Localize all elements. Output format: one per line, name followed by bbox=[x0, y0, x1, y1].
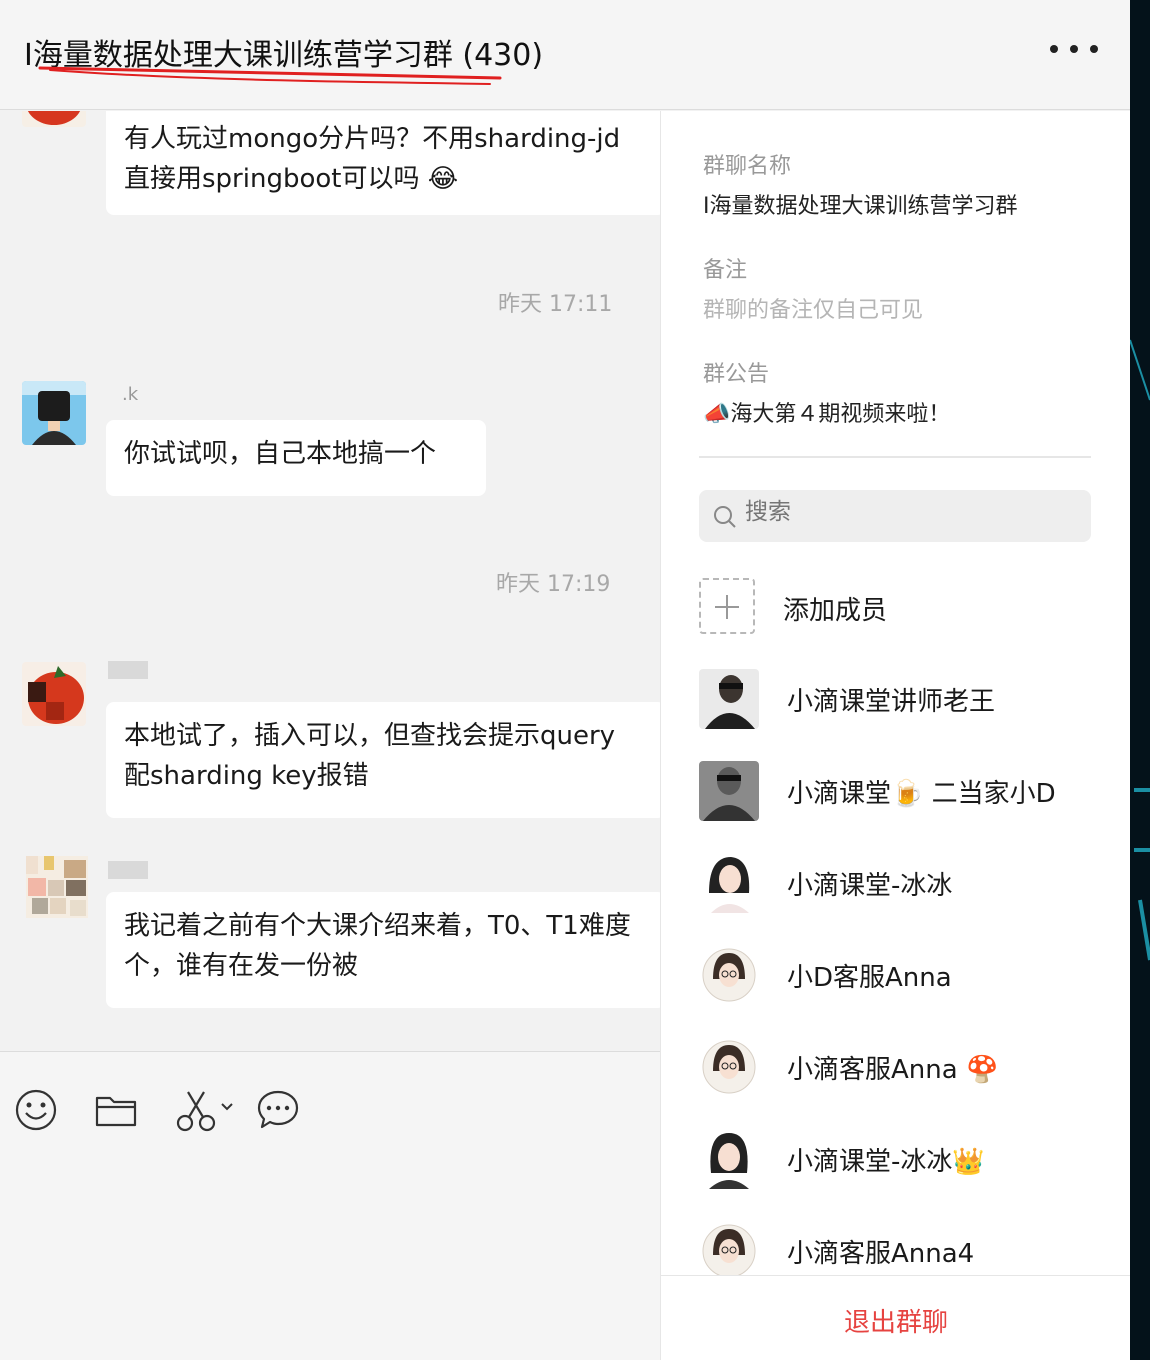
member-item[interactable]: 小滴客服Anna 🍄 bbox=[699, 1037, 1099, 1097]
member-item[interactable]: 小滴课堂讲师老王 bbox=[699, 669, 1099, 729]
group-name-label: 群聊名称 bbox=[703, 154, 792, 179]
plus-icon bbox=[699, 578, 755, 634]
divider bbox=[699, 456, 1091, 458]
screenshot-button[interactable] bbox=[176, 1088, 240, 1136]
announcement-label: 群公告 bbox=[703, 362, 770, 387]
add-member-label: 添加成员 bbox=[783, 596, 888, 626]
member-item[interactable]: 小滴客服Anna4 bbox=[699, 1221, 1099, 1281]
folder-icon bbox=[95, 1096, 137, 1127]
decorative-lines bbox=[1130, 339, 1150, 961]
chat-history-button[interactable] bbox=[256, 1088, 300, 1136]
announcement-text[interactable]: 📣海大第４期视频来啦！ bbox=[703, 396, 950, 428]
message-text: 配sharding key报错 bbox=[124, 761, 369, 791]
sender-name-redacted bbox=[108, 661, 148, 679]
group-name-value[interactable]: I海量数据处理大课训练营学习群 bbox=[703, 188, 1018, 220]
message-bubble[interactable]: 本地试了，插入可以，但查找会提示query 配sharding key报错 bbox=[106, 702, 660, 818]
message-bubble[interactable]: 有人玩过mongo分片吗？不用sharding-jd 直接用springboot… bbox=[106, 111, 660, 215]
leave-group-button[interactable]: 退出群聊 bbox=[661, 1302, 1130, 1339]
remark-label: 备注 bbox=[703, 258, 748, 283]
message-text: 个，谁有在发一份被 bbox=[124, 951, 359, 981]
message-bubble[interactable]: 我记着之前有个大课介绍来着，T0、T1难度 个，谁有在发一份被 bbox=[106, 892, 660, 1008]
search-input[interactable] bbox=[745, 499, 1065, 525]
avatar-image bbox=[22, 662, 86, 726]
more-dot bbox=[1070, 45, 1078, 53]
avatar-image bbox=[26, 856, 88, 918]
message-list[interactable]: 有人玩过mongo分片吗？不用sharding-jd 直接用springboot… bbox=[0, 111, 660, 1051]
sender-name: .k bbox=[122, 384, 139, 405]
emoji-button[interactable] bbox=[14, 1088, 58, 1136]
member-item[interactable]: 小滴课堂-冰冰👑 bbox=[699, 1129, 1099, 1189]
member-avatar bbox=[699, 1129, 759, 1189]
timestamp: 昨天 17:11 bbox=[498, 292, 613, 317]
avatar[interactable] bbox=[22, 662, 86, 726]
message-bubble[interactable]: 你试试呗，自己本地搞一个 bbox=[106, 420, 486, 496]
add-member-button[interactable]: 添加成员 bbox=[699, 578, 1099, 636]
member-item[interactable]: 小滴课堂-冰冰 bbox=[699, 853, 1099, 913]
sender-name-redacted bbox=[108, 861, 148, 879]
avatar-image bbox=[22, 111, 86, 127]
emoji-icon bbox=[15, 1089, 57, 1131]
chat-bubble-icon bbox=[257, 1090, 299, 1129]
member-name: 小滴客服Anna 🍄 bbox=[787, 1055, 999, 1085]
avatar[interactable] bbox=[22, 111, 86, 127]
avatar[interactable] bbox=[22, 381, 86, 445]
member-name: 小滴课堂🍺 二当家小D bbox=[787, 779, 1056, 809]
member-avatar bbox=[699, 853, 759, 913]
member-name: 小滴课堂讲师老王 bbox=[787, 687, 996, 717]
chat-header: I海量数据处理大课训练营学习群 (430) bbox=[0, 0, 1130, 110]
member-avatar bbox=[699, 1037, 759, 1097]
avatar[interactable] bbox=[26, 856, 88, 918]
member-avatar bbox=[699, 945, 759, 1005]
input-toolbar bbox=[0, 1051, 660, 1360]
timestamp: 昨天 17:19 bbox=[496, 572, 611, 597]
message-text: 你试试呗，自己本地搞一个 bbox=[124, 439, 437, 469]
member-name: 小D客服Anna bbox=[787, 963, 952, 993]
member-avatar bbox=[699, 669, 759, 729]
message-text: 直接用springboot可以吗 bbox=[124, 164, 420, 194]
more-horizontal-icon bbox=[1050, 45, 1058, 53]
avatar-image bbox=[22, 381, 86, 445]
remark-field[interactable]: 群聊的备注仅自己可见 bbox=[703, 292, 923, 324]
search-icon bbox=[714, 506, 736, 528]
member-search[interactable] bbox=[699, 490, 1091, 542]
laughing-emoji-icon: 😂 bbox=[427, 164, 459, 194]
member-name: 小滴客服Anna4 bbox=[787, 1239, 975, 1269]
member-name: 小滴课堂-冰冰👑 bbox=[787, 1147, 985, 1177]
leave-group-bar: 退出群聊 bbox=[661, 1275, 1130, 1360]
background-window-strip bbox=[1130, 0, 1150, 1360]
message-text: 有人玩过mongo分片吗？不用sharding-jd bbox=[124, 124, 621, 154]
more-options-button[interactable] bbox=[1050, 34, 1098, 64]
member-item[interactable]: 小滴课堂🍺 二当家小D bbox=[699, 761, 1099, 821]
member-item[interactable]: 小D客服Anna bbox=[699, 945, 1099, 1005]
group-info-panel: 群聊名称 I海量数据处理大课训练营学习群 备注 群聊的备注仅自己可见 群公告 📣… bbox=[660, 111, 1130, 1360]
message-text: 我记着之前有个大课介绍来着，T0、T1难度 bbox=[124, 911, 631, 941]
more-dot bbox=[1090, 45, 1098, 53]
title-underline-annotation bbox=[38, 66, 502, 85]
send-file-button[interactable] bbox=[94, 1092, 138, 1132]
member-avatar bbox=[699, 761, 759, 821]
message-text: 本地试了，插入可以，但查找会提示query bbox=[124, 721, 616, 751]
member-name: 小滴课堂-冰冰 bbox=[787, 871, 953, 901]
member-avatar bbox=[699, 1221, 759, 1281]
scissors-icon bbox=[176, 1091, 233, 1132]
